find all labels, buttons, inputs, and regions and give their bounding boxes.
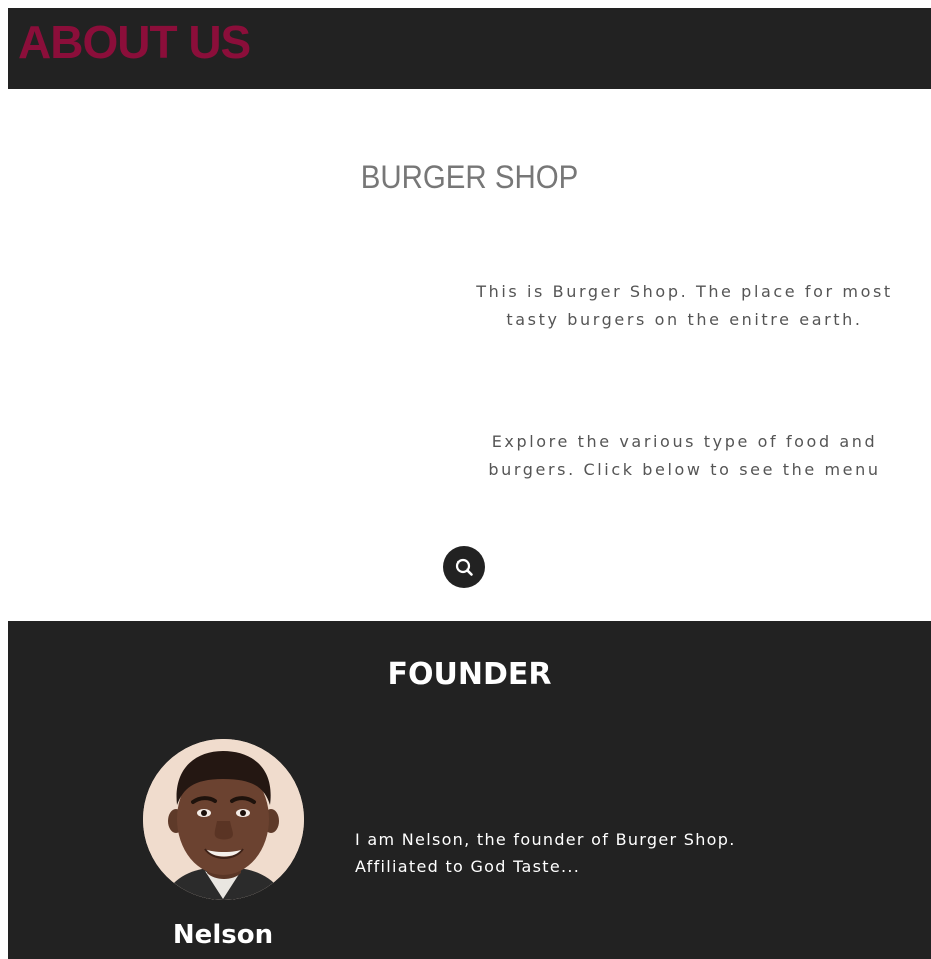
founder-bio: I am Nelson, the founder of Burger Shop.… — [355, 830, 736, 876]
shop-title: BURGER SHOP — [360, 159, 579, 195]
founder-photo — [143, 739, 304, 900]
founder-name: Nelson — [172, 920, 274, 950]
page-title: ABOUT US — [18, 16, 251, 68]
intro-text: This is Burger Shop. The place for most … — [476, 282, 893, 329]
explore-text: Explore the various type of food and bur… — [488, 432, 881, 479]
founder-avatar — [143, 739, 304, 900]
page-header: ABOUT US — [8, 8, 931, 89]
about-section: BURGER SHOP This is Burger Shop. The pla… — [8, 89, 931, 621]
about-page: ABOUT US BURGER SHOP This is Burger Shop… — [0, 0, 931, 959]
refresh-search-icon — [455, 558, 473, 576]
founder-heading: FOUNDER — [387, 657, 552, 692]
menu-button[interactable] — [443, 546, 485, 588]
founder-section: FOUNDER Nelson I am Nelson, the founder … — [8, 621, 931, 959]
